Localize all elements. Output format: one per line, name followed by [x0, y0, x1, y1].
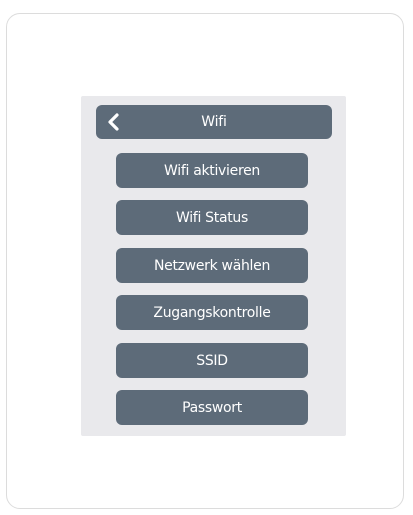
select-network-button[interactable]: Netzwerk wählen — [116, 248, 308, 283]
chevron-left-icon — [108, 113, 119, 131]
header-title: Wifi — [201, 114, 227, 130]
wifi-status-button[interactable]: Wifi Status — [116, 200, 308, 235]
select-network-label: Netzwerk wählen — [153, 257, 271, 274]
access-control-label: Zugangskontrolle — [153, 304, 271, 321]
ssid-button[interactable]: SSID — [116, 343, 308, 378]
wifi-activate-button[interactable]: Wifi aktivieren — [116, 153, 308, 188]
ssid-label: SSID — [196, 352, 228, 369]
password-label: Passwort — [182, 399, 242, 416]
wifi-activate-label: Wifi aktivieren — [164, 162, 260, 179]
access-control-button[interactable]: Zugangskontrolle — [116, 295, 308, 330]
back-button[interactable]: Wifi — [96, 105, 332, 139]
wifi-status-label: Wifi Status — [175, 209, 248, 226]
password-button[interactable]: Passwort — [116, 390, 308, 425]
